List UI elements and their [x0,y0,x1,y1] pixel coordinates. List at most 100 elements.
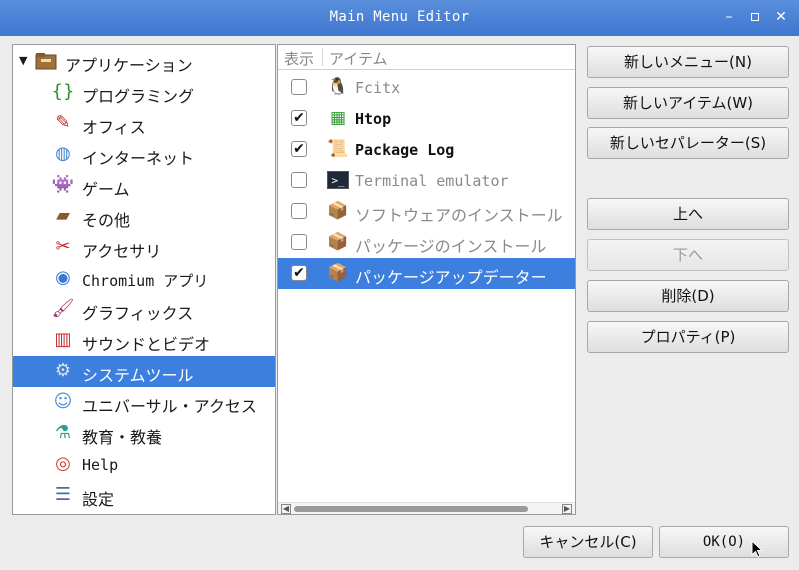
list-item-label: Fcitx [355,79,401,97]
list-item-label: Htop [355,110,392,128]
title-bar: Main Menu Editor – ✕ [0,0,799,36]
maximize-icon[interactable] [746,8,764,26]
penguin-icon: 🐧 [327,77,349,97]
show-checkbox[interactable]: ✔ [291,110,307,126]
list-item[interactable]: 🐧 Fcitx [278,72,575,103]
list-item[interactable]: ✔ 📜 Package Log [278,134,575,165]
show-checkbox[interactable] [291,203,307,219]
tree-item[interactable]: ⚙ システムツール [13,356,275,387]
tree-item[interactable]: 🖌 グラフィックス [13,294,275,325]
delete-button[interactable]: 削除(D) [587,280,789,312]
properties-button[interactable]: プロパティ(P) [587,321,789,353]
package-install-icon: 📦 [327,201,349,221]
item-list[interactable]: 表示 アイテム 🐧 Fcitx ✔ ▦ Htop ✔ 📜 Package Log >_ Termi… [277,44,576,515]
list-item-label: Terminal emulator [355,172,509,190]
tree-item-label: その他 [82,211,131,230]
settings-panel-icon: ☰ [54,484,72,505]
scroll-left-icon[interactable]: ◀ [281,504,291,514]
game-invader-icon: 👾 [51,174,75,195]
tree-item-label: 教育・教養 [82,428,163,447]
tree-item-label: アプリケーション [65,56,193,75]
log-icon: 📜 [327,139,349,159]
tree-item[interactable]: ◎ Help [13,449,275,480]
chromium-icon: ◉ [55,267,71,288]
globe-icon: ◍ [55,143,71,164]
expander-arrow-icon[interactable]: ▼ [19,54,27,67]
ok-button[interactable]: OK(O) [659,526,789,558]
list-item-label: ソフトウェアのインストール [355,206,563,225]
tree-item[interactable]: 👾 ゲーム [13,170,275,201]
tree-item-label: システムツール [82,366,194,385]
list-item-label: Package Log [355,141,455,159]
tree-item-label: ユニバーサル・アクセス [82,397,257,416]
tree-item[interactable]: ☰ 設定 [13,480,275,511]
terminal-icon: >_ [327,171,349,189]
window-title: Main Menu Editor [329,9,470,25]
tree-item-label: サウンドとビデオ [82,335,211,354]
tree-item[interactable]: {} プログラミング [13,77,275,108]
list-item[interactable]: ✔ 📦 パッケージアップデーター [278,258,575,289]
column-divider [322,48,323,66]
list-item[interactable]: >_ Terminal emulator [278,165,575,196]
new-separator-button[interactable]: 新しいセパレーター(S) [587,127,789,159]
mouse-pointer-icon [751,540,763,558]
show-checkbox[interactable]: ✔ [291,265,307,281]
swiss-knife-icon: ✂ [55,236,71,257]
show-checkbox[interactable] [291,79,307,95]
tree-item[interactable]: ◍ インターネット [13,139,275,170]
list-item-label: パッケージアップデーター [355,268,547,287]
scrollbar-thumb[interactable] [294,506,528,512]
folder-icon [34,50,58,72]
list-item[interactable]: 📦 ソフトウェアのインストール [278,196,575,227]
office-icon: ✎ [55,112,71,133]
close-icon[interactable]: ✕ [772,8,790,26]
tree-item-label: プログラミング [82,87,195,106]
show-checkbox[interactable] [291,234,307,250]
paintbrush-icon: 🖌 [51,298,75,319]
tree-item[interactable]: ✂ アクセサリ [13,232,275,263]
box-icon: ▰ [56,205,70,226]
tree-item-label: グラフィックス [82,304,194,323]
move-down-button[interactable]: 下へ [587,239,789,271]
show-checkbox[interactable] [291,172,307,188]
scroll-right-icon[interactable]: ▶ [562,504,572,514]
gear-icon: ⚙ [54,360,72,381]
lifebuoy-icon: ◎ [55,453,71,474]
programming-icon: {} [51,81,75,102]
tree-item[interactable]: ✎ オフィス [13,108,275,139]
tree-item-label: Help [82,456,119,474]
tree-item[interactable]: ◉ Chromium アプリ [13,263,275,294]
tree-item-label: ゲーム [82,180,130,199]
tree-item[interactable]: ▰ その他 [13,201,275,232]
package-update-icon: 📦 [327,263,349,283]
user-icon: ☺ [53,391,73,412]
popcorn-icon: ▥ [54,329,72,350]
tree-item[interactable]: ⚗ 教育・教養 [13,418,275,449]
tree-item-label: 設定 [82,490,115,509]
list-header: 表示 アイテム [278,45,575,70]
cancel-button[interactable]: キャンセル(C) [523,526,653,558]
column-header-item[interactable]: アイテム [329,48,388,69]
list-item[interactable]: 📦 パッケージのインストール [278,227,575,258]
tree-item-label: インターネット [82,149,195,168]
menu-tree[interactable]: ▼ アプリケーション {} プログラミング ✎ オフィス ◍ インターネット 👾 ゲーム ▰ その他 ✂… [12,44,276,515]
new-item-button[interactable]: 新しいアイテム(W) [587,87,789,119]
list-item-label: パッケージのインストール [355,237,547,256]
tree-item-label: Chromium アプリ [82,272,209,290]
new-menu-button[interactable]: 新しいメニュー(N) [587,46,789,78]
show-checkbox[interactable]: ✔ [291,141,307,157]
column-header-show[interactable]: 表示 [284,48,314,69]
horizontal-scrollbar[interactable]: ◀ ▶ [278,502,575,514]
list-item[interactable]: ✔ ▦ Htop [278,103,575,134]
dialog-body: ▼ アプリケーション {} プログラミング ✎ オフィス ◍ インターネット 👾 ゲーム ▰ その他 ✂… [0,36,799,570]
tree-item[interactable]: ☺ ユニバーサル・アクセス [13,387,275,418]
flask-icon: ⚗ [54,422,72,443]
move-up-button[interactable]: 上へ [587,198,789,230]
tree-item-applications[interactable]: ▼ アプリケーション [13,46,275,77]
tree-item[interactable]: ▥ サウンドとビデオ [13,325,275,356]
tree-item-label: アクセサリ [82,242,162,261]
minimize-icon[interactable]: – [720,8,738,26]
tree-item-label: オフィス [82,118,146,137]
htop-icon: ▦ [329,108,347,128]
package-install-icon: 📦 [327,232,349,252]
